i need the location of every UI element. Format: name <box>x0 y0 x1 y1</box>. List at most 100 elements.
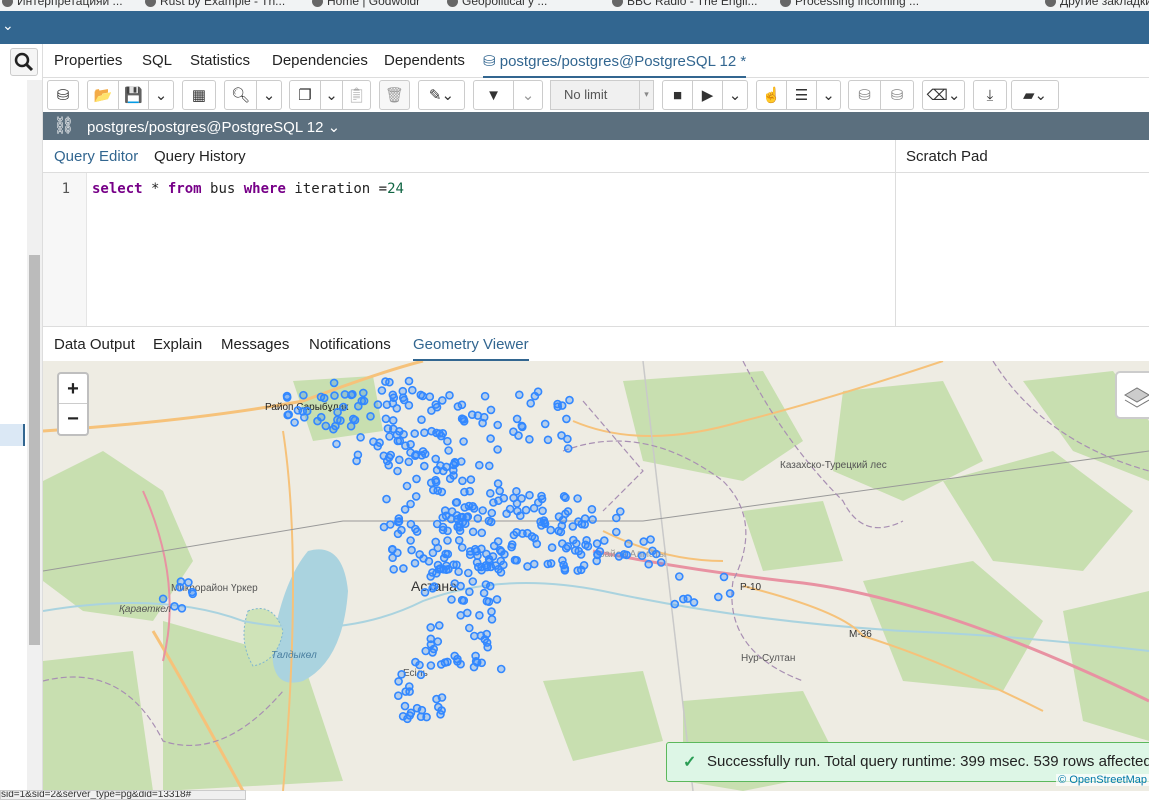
bus-point-marker[interactable] <box>389 393 399 403</box>
bus-point-marker[interactable] <box>393 529 403 539</box>
chevron-down-icon[interactable]: ⌄ <box>723 81 747 109</box>
bus-point-marker[interactable] <box>473 411 483 420</box>
bus-point-marker[interactable] <box>485 489 495 498</box>
bus-point-marker[interactable] <box>158 594 168 604</box>
tab-notifications[interactable]: Notifications <box>309 336 391 353</box>
bus-point-marker[interactable] <box>348 389 357 399</box>
bus-point-marker[interactable] <box>619 550 629 559</box>
bus-point-marker[interactable] <box>443 526 452 536</box>
bus-point-marker[interactable] <box>477 658 487 668</box>
bus-point-marker[interactable] <box>410 558 420 568</box>
bus-point-marker[interactable] <box>385 432 394 441</box>
bus-point-marker[interactable] <box>420 428 429 437</box>
connection-link-icon[interactable]: ⛓ <box>53 116 75 136</box>
bus-point-marker[interactable] <box>398 386 408 396</box>
bus-point-marker[interactable] <box>383 424 393 433</box>
bus-point-marker[interactable] <box>587 505 597 514</box>
bus-point-marker[interactable] <box>447 595 456 604</box>
bus-point-marker[interactable] <box>447 507 457 516</box>
bus-point-marker[interactable] <box>411 657 420 667</box>
bus-point-marker[interactable] <box>418 447 428 456</box>
bus-point-marker[interactable] <box>175 582 184 592</box>
bus-point-marker[interactable] <box>432 569 441 578</box>
save-icon[interactable]: 💾 <box>119 81 149 109</box>
bus-point-marker[interactable] <box>425 392 435 402</box>
bus-point-marker[interactable] <box>426 478 436 488</box>
bus-point-marker[interactable] <box>449 471 458 480</box>
bus-point-marker[interactable] <box>512 487 521 496</box>
download-button[interactable]: ⤓ <box>973 80 1007 110</box>
view-data-button[interactable]: ▦ <box>182 80 216 110</box>
bus-point-marker[interactable] <box>394 514 404 523</box>
bus-point-marker[interactable] <box>464 623 474 633</box>
bus-point-marker[interactable] <box>438 466 448 476</box>
tree-selected-item[interactable] <box>0 424 25 446</box>
bus-point-marker[interactable] <box>525 435 534 444</box>
bus-point-marker[interactable] <box>486 434 495 443</box>
bus-point-marker[interactable] <box>615 507 625 516</box>
tab-query-editor[interactable]: Query Editor <box>54 148 138 165</box>
bus-point-marker[interactable] <box>405 711 415 720</box>
bus-point-marker[interactable] <box>611 527 621 537</box>
bus-point-marker[interactable] <box>433 702 443 712</box>
bus-point-marker[interactable] <box>469 631 479 641</box>
bus-point-marker[interactable] <box>385 520 395 529</box>
bus-point-marker[interactable] <box>479 588 489 598</box>
bus-point-marker[interactable] <box>283 410 292 420</box>
bus-point-marker[interactable] <box>457 543 467 552</box>
bus-point-marker[interactable] <box>637 551 647 560</box>
tab-dependents[interactable]: Dependents <box>384 52 465 69</box>
bus-point-marker[interactable] <box>478 506 488 515</box>
bus-point-marker[interactable] <box>656 558 666 567</box>
bus-point-marker[interactable] <box>394 677 403 686</box>
bus-point-marker[interactable] <box>443 536 452 545</box>
bus-point-marker[interactable] <box>592 539 602 548</box>
chevron-down-icon[interactable]: ⌄ <box>321 81 343 109</box>
tab-geometry-viewer[interactable]: Geometry Viewer <box>413 336 529 361</box>
bus-point-marker[interactable] <box>474 460 484 470</box>
bus-point-marker[interactable] <box>514 390 524 400</box>
bus-point-marker[interactable] <box>487 508 497 518</box>
bus-point-marker[interactable] <box>496 556 506 566</box>
chevron-down-icon[interactable]: ⌄ <box>817 81 840 109</box>
bus-point-marker[interactable] <box>465 587 474 597</box>
bus-point-marker[interactable] <box>381 414 391 424</box>
bus-point-marker[interactable] <box>404 400 414 410</box>
bus-point-marker[interactable] <box>678 594 688 604</box>
bus-point-marker[interactable] <box>373 400 383 409</box>
bus-point-marker[interactable] <box>177 604 187 613</box>
bus-point-marker[interactable] <box>350 415 360 425</box>
bus-point-marker[interactable] <box>460 487 469 497</box>
zoom-in-button[interactable]: + <box>59 374 87 404</box>
bus-point-marker[interactable] <box>533 498 543 507</box>
commit-icon[interactable]: ⛁ <box>849 81 881 109</box>
bus-point-marker[interactable] <box>444 446 453 455</box>
bus-point-marker[interactable] <box>473 514 483 523</box>
bus-point-marker[interactable] <box>393 466 402 476</box>
bus-point-marker[interactable] <box>299 390 308 400</box>
bus-point-marker[interactable] <box>407 545 416 555</box>
bus-point-marker[interactable] <box>457 595 467 605</box>
bus-point-marker[interactable] <box>389 565 399 574</box>
bus-point-marker[interactable] <box>725 589 735 598</box>
bus-point-marker[interactable] <box>573 494 582 503</box>
bus-point-marker[interactable] <box>293 405 303 415</box>
bus-point-marker[interactable] <box>406 499 415 509</box>
bus-point-marker[interactable] <box>329 424 338 434</box>
connection-select[interactable]: postgres/postgres@PostgreSQL 12 ⌄ <box>87 118 340 136</box>
bus-point-marker[interactable] <box>639 537 649 546</box>
bus-point-marker[interactable] <box>487 614 497 624</box>
bus-point-marker[interactable] <box>329 378 339 388</box>
delete-button[interactable]: 🗑︎ <box>379 80 410 110</box>
bus-point-marker[interactable] <box>493 420 503 430</box>
bus-point-marker[interactable] <box>674 572 684 581</box>
bus-point-marker[interactable] <box>184 578 193 587</box>
bus-point-marker[interactable] <box>517 422 527 432</box>
bus-point-marker[interactable] <box>453 522 462 532</box>
bus-point-marker[interactable] <box>543 435 553 445</box>
bus-point-marker[interactable] <box>513 506 522 516</box>
bus-point-marker[interactable] <box>418 391 428 401</box>
bus-point-marker[interactable] <box>480 635 490 644</box>
bus-point-marker[interactable] <box>579 561 589 570</box>
bus-point-marker[interactable] <box>456 581 465 591</box>
